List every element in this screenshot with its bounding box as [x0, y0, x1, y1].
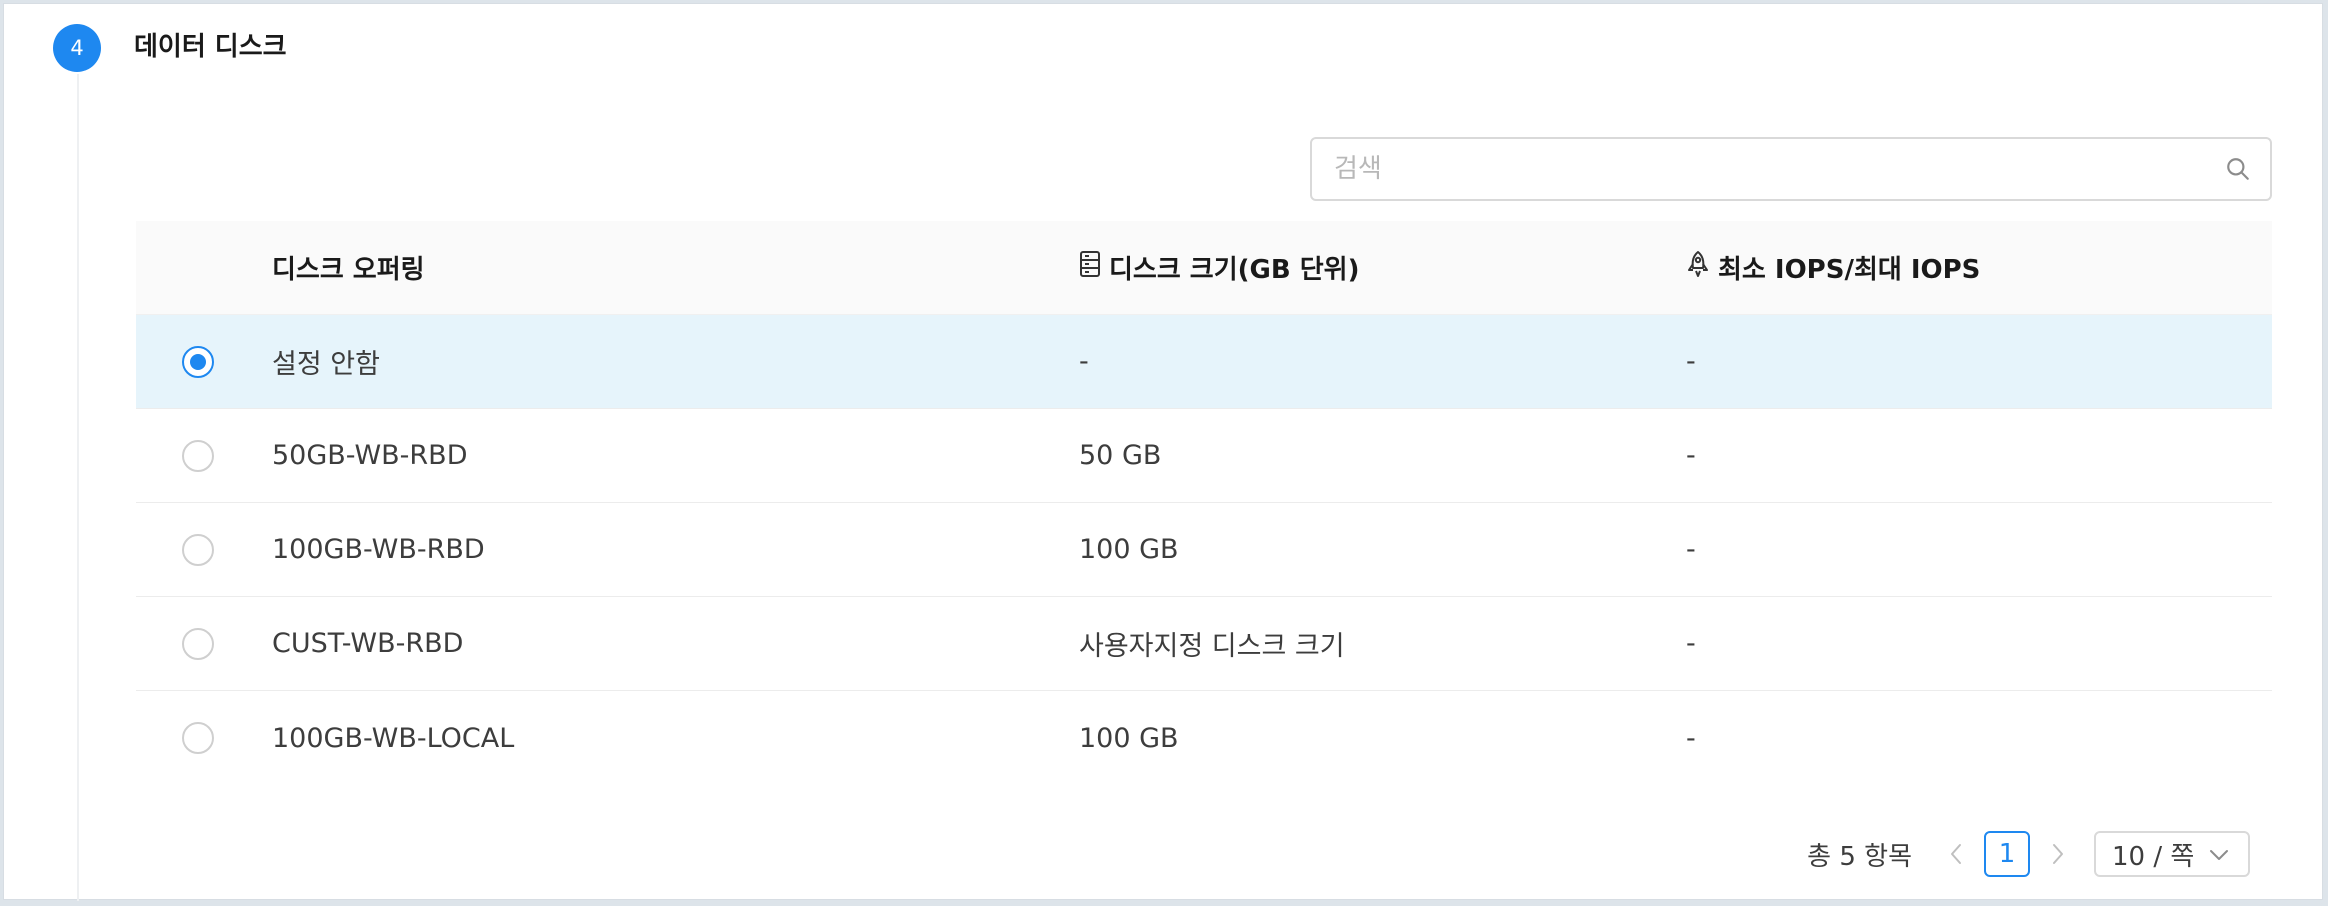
- row-select-cell: [136, 533, 272, 566]
- page-size-select[interactable]: 10 / 쪽: [2094, 831, 2250, 877]
- total-items-label: 총 5 항목: [1807, 841, 1912, 872]
- chevron-down-icon: [2208, 839, 2230, 869]
- hard-drive-icon: [1079, 250, 1101, 285]
- radio-button[interactable]: [182, 627, 214, 660]
- iops-cell: -: [1686, 722, 1696, 754]
- search-input[interactable]: [1312, 139, 2206, 199]
- table-row[interactable]: 100GB-WB-LOCAL 100 GB -: [136, 691, 2272, 785]
- radio-button[interactable]: [182, 439, 214, 472]
- radio-button[interactable]: [182, 533, 214, 566]
- size-cell: 사용자지정 디스크 크기: [1079, 631, 1345, 662]
- header-disk-size: 디스크 크기(GB 단위): [1079, 249, 1686, 286]
- table-row[interactable]: 설정 안함 - -: [136, 315, 2272, 409]
- table-row[interactable]: 100GB-WB-RBD 100 GB -: [136, 503, 2272, 597]
- radio-button-selected[interactable]: [182, 345, 214, 378]
- size-cell: 100 GB: [1079, 722, 1179, 754]
- pagination: 총 5 항목 1 10 / 쪽: [1807, 831, 2250, 877]
- header-disk-size-label: 디스크 크기(GB 단위): [1109, 255, 1360, 285]
- header-disk-offering-label: 디스크 오퍼링: [272, 255, 425, 285]
- header-iops: 최소 IOPS/최대 IOPS: [1686, 249, 2272, 286]
- rocket-icon: [1686, 250, 1710, 285]
- row-select-cell: [136, 439, 272, 472]
- header-disk-offering: 디스크 오퍼링: [272, 249, 1079, 286]
- chevron-right-icon[interactable]: [2040, 831, 2076, 877]
- offering-cell: 설정 안함: [272, 349, 380, 380]
- table-header: 디스크 오퍼링 디스크 크기(GB 단위) 최소 IOPS/최대 IOPS: [136, 221, 2272, 315]
- disk-offering-table: 디스크 오퍼링 디스크 크기(GB 단위) 최소 IOPS/최대 IOPS 설정…: [136, 221, 2272, 785]
- data-disk-panel: 4 데이터 디스크 디스크 오퍼링: [3, 3, 2323, 901]
- size-cell: 100 GB: [1079, 534, 1179, 565]
- step-connector-line: [77, 74, 79, 901]
- header-iops-label: 최소 IOPS/최대 IOPS: [1718, 255, 1981, 285]
- offering-cell: 50GB-WB-RBD: [272, 440, 468, 471]
- row-select-cell: [136, 345, 272, 378]
- search-icon[interactable]: [2206, 139, 2270, 199]
- step-number-badge: 4: [53, 24, 101, 72]
- offering-cell: 100GB-WB-RBD: [272, 534, 485, 565]
- size-cell: 50 GB: [1079, 440, 1162, 471]
- step-title: 데이터 디스크: [134, 32, 287, 62]
- page-size-value: 10 / 쪽: [2112, 841, 2195, 872]
- page-1-button[interactable]: 1: [1984, 831, 2030, 877]
- iops-cell: -: [1686, 346, 1696, 377]
- offering-cell: 100GB-WB-LOCAL: [272, 722, 515, 754]
- iops-cell: -: [1686, 440, 1696, 471]
- chevron-left-icon[interactable]: [1938, 831, 1974, 877]
- row-select-cell: [136, 722, 272, 754]
- table-row[interactable]: 50GB-WB-RBD 50 GB -: [136, 409, 2272, 503]
- radio-button[interactable]: [182, 722, 214, 754]
- search-box: [1310, 137, 2272, 201]
- size-cell: -: [1079, 346, 1089, 377]
- row-select-cell: [136, 627, 272, 660]
- iops-cell: -: [1686, 628, 1696, 659]
- table-row[interactable]: CUST-WB-RBD 사용자지정 디스크 크기 -: [136, 597, 2272, 691]
- offering-cell: CUST-WB-RBD: [272, 628, 464, 659]
- iops-cell: -: [1686, 534, 1696, 565]
